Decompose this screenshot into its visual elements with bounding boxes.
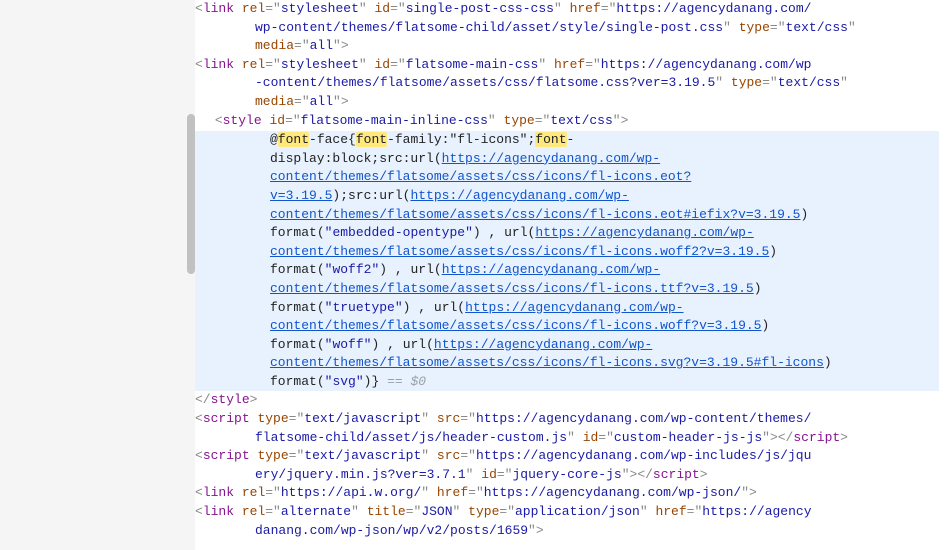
css-text: @font-face{font-family:"fl-icons";font-	[195, 131, 939, 150]
gutter: •••	[0, 0, 195, 550]
match-highlight: font	[535, 132, 566, 147]
wrap: media="all">	[195, 93, 939, 112]
devtools-elements-panel: ••• <link rel="stylesheet" id="single-po…	[0, 0, 945, 550]
selected-node[interactable]: @font-face{font-family:"fl-icons";font- …	[195, 131, 939, 391]
element-style-close[interactable]: </style>	[195, 391, 939, 410]
wrap: danang.com/wp-json/wp/v2/posts/1659">	[195, 522, 939, 541]
css-text: display:block;src:url(https://agencydana…	[195, 150, 939, 224]
collapse-arrow-icon[interactable]: ▼	[195, 113, 207, 132]
css-text: format("woff2") , url(https://agencydana…	[195, 261, 939, 298]
css-text: format("woff") , url(https://agencydanan…	[195, 336, 939, 373]
css-text: format("embedded-opentype") , url(https:…	[195, 224, 939, 261]
wrap: media="all">	[195, 37, 939, 56]
element-style-open[interactable]: ▼ <style id="flatsome-main-inline-css" t…	[195, 112, 939, 132]
css-text: format("truetype") , url(https://agencyd…	[195, 299, 939, 336]
element-link[interactable]: <link rel="stylesheet" id="single-post-c…	[195, 0, 939, 19]
element-script[interactable]: <script type="text/javascript" src="http…	[195, 447, 939, 466]
wrap: -content/themes/flatsome/assets/css/flat…	[195, 74, 939, 93]
element-link[interactable]: <link rel="stylesheet" id="flatsome-main…	[195, 56, 939, 75]
element-link[interactable]: <link rel="https://api.w.org/" href="htt…	[195, 484, 939, 503]
scrollbar-thumb[interactable]	[187, 114, 195, 274]
source-code[interactable]: <link rel="stylesheet" id="single-post-c…	[195, 0, 945, 550]
dollar-zero: == $0	[379, 374, 426, 389]
wrap: wp-content/themes/flatsome-child/asset/s…	[195, 19, 939, 38]
match-highlight: font	[356, 132, 387, 147]
match-highlight: font	[278, 132, 309, 147]
wrap: ery/jquery.min.js?ver=3.7.1" id="jquery-…	[195, 466, 939, 485]
wrap: flatsome-child/asset/js/header-custom.js…	[195, 429, 939, 448]
element-link[interactable]: <link rel="alternate" title="JSON" type=…	[195, 503, 939, 522]
element-script[interactable]: <script type="text/javascript" src="http…	[195, 410, 939, 429]
css-text: format("svg")} == $0	[195, 373, 939, 392]
